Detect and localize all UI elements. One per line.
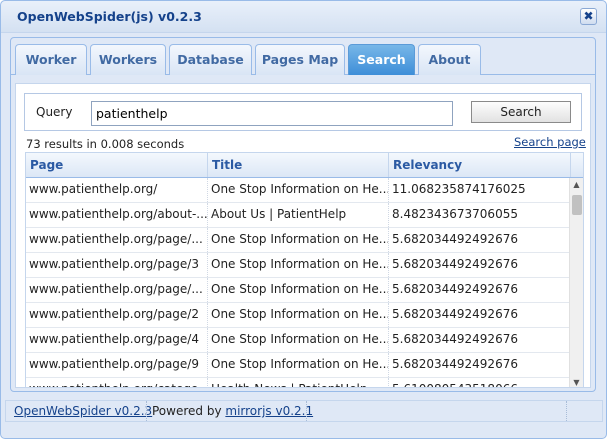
cell-title: One Stop Information on He... bbox=[208, 278, 389, 302]
table-row[interactable]: www.patienthelp.org/about-... About Us |… bbox=[26, 203, 571, 228]
table-row[interactable]: www.patienthelp.org/catego... Health New… bbox=[26, 378, 571, 387]
openwebspider-link[interactable]: OpenWebSpider v0.2.3 bbox=[14, 404, 152, 418]
cell-relevancy: 11.068235874176025 bbox=[392, 182, 526, 196]
cell-title: Health News | PatientHelp bbox=[208, 378, 389, 387]
tab-worker[interactable]: Worker bbox=[15, 44, 87, 75]
cell-page: www.patienthelp.org/page/2 bbox=[26, 303, 208, 327]
close-icon: ✖ bbox=[583, 9, 594, 23]
title-bar: OpenWebSpider(js) v0.2.3 ✖ bbox=[1, 1, 606, 33]
table-row[interactable]: www.patienthelp.org/page/4 One Stop Info… bbox=[26, 328, 571, 353]
tab-database[interactable]: Database bbox=[169, 44, 252, 75]
cell-page: www.patienthelp.org/page/9 bbox=[26, 353, 208, 377]
table-row[interactable]: www.patienthelp.org/page/9 One Stop Info… bbox=[26, 353, 571, 378]
cell-relevancy: 5.682034492492676 bbox=[392, 257, 518, 271]
scroll-thumb[interactable] bbox=[572, 195, 582, 215]
footer-divider bbox=[566, 401, 567, 421]
results-grid: Page Title Relevancy www.patienthelp.org… bbox=[25, 152, 584, 388]
table-row[interactable]: www.patienthelp.org/page/2 One Stop Info… bbox=[26, 303, 571, 328]
grid-header: Page Title Relevancy bbox=[26, 153, 583, 178]
cell-title: One Stop Information on He... bbox=[208, 328, 389, 352]
tab-about[interactable]: About bbox=[418, 44, 481, 75]
table-row[interactable]: www.patienthelp.org/page/... One Stop In… bbox=[26, 278, 571, 303]
scroll-up-arrow-icon[interactable]: ▲ bbox=[570, 178, 583, 191]
cell-relevancy: 5.682034492492676 bbox=[392, 332, 518, 346]
cell-page: www.patienthelp.org/page/4 bbox=[26, 328, 208, 352]
mirrorjs-link[interactable]: mirrorjs v0.2.1 bbox=[225, 404, 313, 418]
footer-divider bbox=[146, 401, 147, 421]
cell-title: One Stop Information on He... bbox=[208, 303, 389, 327]
search-button[interactable]: Search bbox=[471, 101, 571, 123]
scroll-down-arrow-icon[interactable]: ▼ bbox=[570, 376, 583, 387]
cell-title: One Stop Information on He... bbox=[208, 253, 389, 277]
cell-page: www.patienthelp.org/page/... bbox=[26, 228, 208, 252]
powered-by-label: Powered by bbox=[152, 404, 226, 418]
table-row[interactable]: www.patienthelp.org/page/3 One Stop Info… bbox=[26, 253, 571, 278]
cell-relevancy: 5.682034492492676 bbox=[392, 232, 518, 246]
cell-relevancy: 5.682034492492676 bbox=[392, 357, 518, 371]
footer-divider bbox=[306, 401, 307, 421]
table-row[interactable]: www.patienthelp.org/ One Stop Informatio… bbox=[26, 178, 571, 203]
cell-page: www.patienthelp.org/ bbox=[26, 178, 208, 202]
cell-page: www.patienthelp.org/about-... bbox=[26, 203, 208, 227]
cell-relevancy: 5.682034492492676 bbox=[392, 282, 518, 296]
cell-title: One Stop Information on He... bbox=[208, 353, 389, 377]
cell-page: www.patienthelp.org/page/... bbox=[26, 278, 208, 302]
powered-by: Powered by mirrorjs v0.2.1 bbox=[152, 404, 313, 418]
footer-app-link[interactable]: OpenWebSpider v0.2.3 bbox=[14, 404, 152, 418]
cell-page: www.patienthelp.org/catego... bbox=[26, 378, 208, 387]
cell-page: www.patienthelp.org/page/3 bbox=[26, 253, 208, 277]
search-input[interactable] bbox=[91, 101, 453, 126]
table-row[interactable]: www.patienthelp.org/page/... One Stop In… bbox=[26, 228, 571, 253]
tab-workers[interactable]: Workers bbox=[90, 44, 166, 75]
close-button[interactable]: ✖ bbox=[580, 8, 597, 25]
column-header-page[interactable]: Page bbox=[26, 153, 208, 177]
grid-scrollbar[interactable]: ▲ ▼ bbox=[569, 178, 583, 387]
app-window: OpenWebSpider(js) v0.2.3 ✖ Worker Worker… bbox=[0, 0, 607, 439]
cell-relevancy: 8.482343673706055 bbox=[392, 207, 518, 221]
tab-strip: Worker Workers Database Pages Map Search… bbox=[11, 38, 595, 75]
window-title: OpenWebSpider(js) v0.2.3 bbox=[17, 9, 202, 24]
column-header-relevancy[interactable]: Relevancy bbox=[389, 153, 571, 177]
tab-panel: Worker Workers Database Pages Map Search… bbox=[10, 37, 596, 392]
cell-title: About Us | PatientHelp bbox=[208, 203, 389, 227]
results-info: 73 results in 0.008 seconds bbox=[26, 137, 185, 151]
search-panel: Query Search 73 results in 0.008 seconds… bbox=[15, 83, 591, 388]
query-box: Query Search bbox=[24, 93, 582, 131]
cell-relevancy: 5.610080543518066 bbox=[389, 378, 571, 387]
status-bar: OpenWebSpider v0.2.3 Powered by mirrorjs… bbox=[5, 400, 603, 422]
cell-relevancy: 5.682034492492676 bbox=[392, 307, 518, 321]
tab-pages-map[interactable]: Pages Map bbox=[255, 44, 345, 75]
column-header-title[interactable]: Title bbox=[208, 153, 389, 177]
tab-search[interactable]: Search bbox=[348, 44, 415, 75]
grid-body: www.patienthelp.org/ One Stop Informatio… bbox=[26, 178, 571, 387]
search-page-link[interactable]: Search page bbox=[514, 135, 586, 149]
query-label: Query bbox=[36, 105, 73, 119]
cell-title: One Stop Information on He... bbox=[208, 178, 389, 202]
cell-title: One Stop Information on He... bbox=[208, 228, 389, 252]
